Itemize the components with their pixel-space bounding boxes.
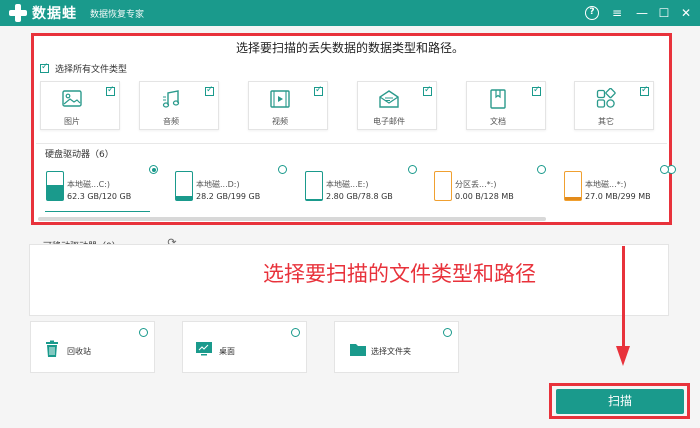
drive-name: 本地磁...C:) (67, 180, 111, 189)
trash-icon (46, 340, 58, 357)
folder-icon (350, 344, 366, 356)
image-icon (62, 90, 82, 107)
location-radio[interactable] (443, 328, 452, 337)
drive-radio[interactable] (149, 165, 158, 174)
drive-item[interactable]: 本地磁...E:) 2.80 GB/78.8 GB (296, 165, 421, 210)
drive-icon (175, 171, 193, 201)
file-type-video-label: 视频 (272, 117, 288, 126)
drive-name: 分区丢...*:) (455, 180, 497, 189)
drive-item[interactable]: 本地磁...D:) 28.2 GB/199 GB (166, 165, 291, 210)
windows-drive-icon (46, 171, 64, 201)
other-icon (596, 88, 616, 108)
location-label: 回收站 (67, 347, 91, 356)
cross-logo-icon (8, 3, 28, 23)
desktop-icon (196, 342, 212, 356)
file-type-email-label: 电子邮件 (373, 117, 405, 126)
drive-name: 本地磁...D:) (196, 180, 240, 189)
location-select-folder[interactable]: 选择文件夹 (334, 321, 459, 373)
file-type-other-label: 其它 (598, 117, 614, 126)
drive-radio[interactable] (537, 165, 546, 174)
location-label: 选择文件夹 (371, 347, 411, 356)
section-divider (36, 143, 667, 144)
music-icon (162, 90, 180, 108)
drive-name: 本地磁...*:) (585, 180, 627, 189)
drive-size: 62.3 GB/120 GB (67, 192, 132, 201)
arrow-shaft (622, 246, 625, 348)
drive-icon (305, 171, 323, 201)
file-type-audio-checkbox[interactable] (205, 85, 214, 96)
app-name: 数据蛙 (32, 6, 77, 22)
drive-radio[interactable] (278, 165, 287, 174)
annotation-text: 选择要扫描的文件类型和路径 (263, 262, 536, 286)
selected-underline (45, 210, 150, 212)
drive-radio[interactable] (408, 165, 417, 174)
maximize-button[interactable]: ☐ (655, 4, 673, 22)
file-type-document-checkbox[interactable] (532, 85, 541, 96)
select-all-checkbox[interactable] (40, 62, 49, 73)
file-type-image[interactable]: 图片 (40, 81, 120, 130)
location-radio[interactable] (291, 328, 300, 337)
file-type-other[interactable]: 其它 (574, 81, 654, 130)
location-radio[interactable] (139, 328, 148, 337)
file-type-image-checkbox[interactable] (106, 85, 115, 96)
file-type-video-checkbox[interactable] (314, 85, 323, 96)
scan-button[interactable]: 扫描 (556, 389, 684, 414)
drive-radio-partial[interactable] (660, 165, 669, 174)
help-button[interactable]: ? (585, 6, 599, 20)
drive-icon (564, 171, 582, 201)
file-type-video[interactable]: 视频 (248, 81, 328, 130)
drive-item[interactable]: 分区丢...*:) 0.00 B/128 MB (425, 165, 550, 210)
location-desktop[interactable]: 桌面 (182, 321, 307, 373)
drive-name: 本地磁...E:) (326, 180, 369, 189)
page-heading: 选择要扫描的丢失数据的数据类型和路径。 (235, 41, 464, 55)
file-type-other-checkbox[interactable] (640, 85, 649, 96)
annotation-arrow (616, 246, 630, 368)
app-logo: 数据蛙 (8, 3, 77, 23)
minimize-button[interactable]: — (633, 4, 651, 22)
file-type-document[interactable]: 文档 (466, 81, 546, 130)
select-all-label: 选择所有文件类型 (55, 65, 128, 75)
drive-size: 2.80 GB/78.8 GB (326, 192, 393, 201)
arrow-head (616, 346, 630, 366)
document-icon (490, 89, 506, 109)
menu-button[interactable]: ≡ (608, 4, 626, 22)
file-type-image-label: 图片 (64, 117, 80, 126)
file-type-document-label: 文档 (490, 117, 506, 126)
video-icon (270, 90, 290, 108)
email-icon (379, 90, 399, 108)
drives-scrollbar[interactable] (38, 217, 546, 221)
close-button[interactable]: ✕ (677, 4, 695, 22)
file-type-email-checkbox[interactable] (423, 85, 432, 96)
drive-size: 28.2 GB/199 GB (196, 192, 261, 201)
drive-icon (434, 171, 452, 201)
drive-item[interactable]: 本地磁...C:) 62.3 GB/120 GB (37, 165, 162, 212)
file-type-audio-label: 音频 (163, 117, 179, 126)
file-type-email[interactable]: 电子邮件 (357, 81, 437, 130)
app-subtitle: 数据恢复专家 (90, 10, 145, 20)
title-bar: 数据蛙 数据恢复专家 ? ≡ — ☐ ✕ (0, 0, 700, 26)
file-type-audio[interactable]: 音频 (139, 81, 219, 130)
location-recycle-bin[interactable]: 回收站 (30, 321, 155, 373)
hard-drives-label: 硬盘驱动器（6） (45, 150, 114, 160)
drive-size: 0.00 B/128 MB (455, 192, 514, 201)
select-all-file-types[interactable]: 选择所有文件类型 (40, 62, 127, 75)
drive-size: 27.0 MB/299 MB (585, 192, 651, 201)
location-label: 桌面 (219, 347, 235, 356)
